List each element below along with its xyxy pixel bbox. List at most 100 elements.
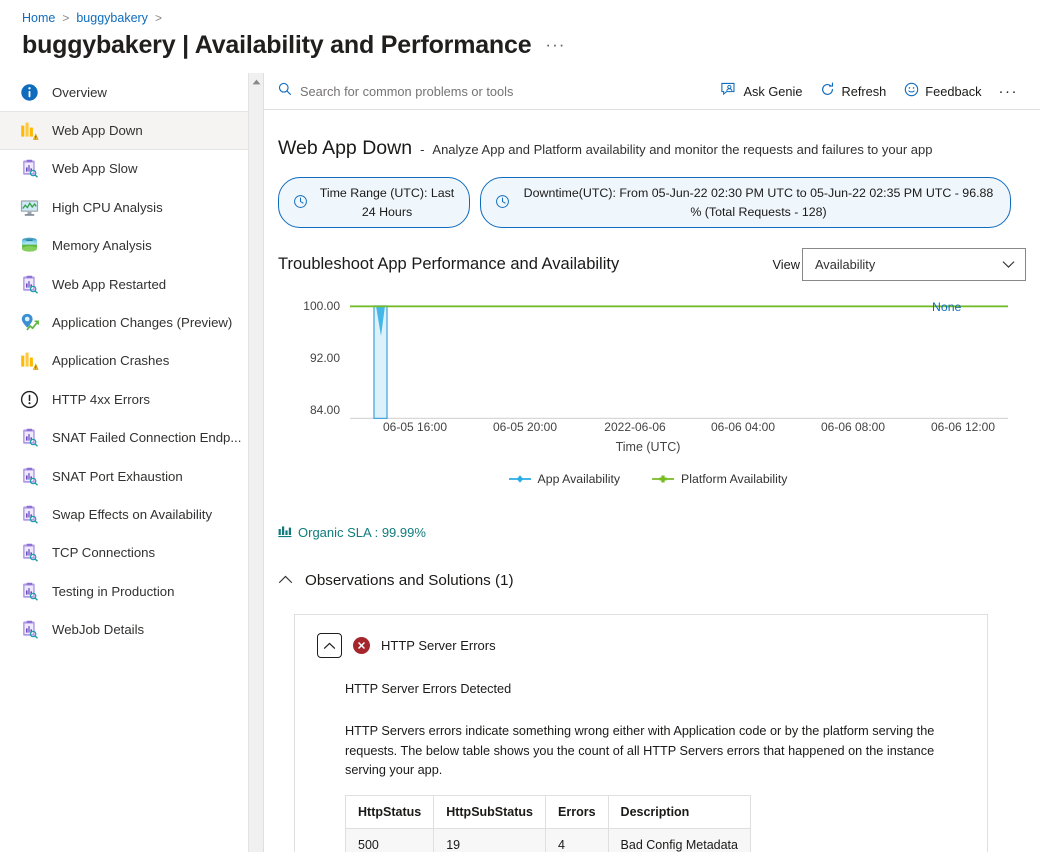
search-box[interactable] bbox=[278, 82, 712, 101]
sidebar-item-label: Swap Effects on Availability bbox=[52, 507, 212, 522]
smiley-icon bbox=[904, 82, 919, 100]
content-pane: Ask Genie Refresh bbox=[264, 73, 1040, 852]
breadcrumb-separator-icon: > bbox=[155, 11, 162, 25]
chart-x-tick-label: 06-06 04:00 bbox=[711, 420, 775, 434]
table-cell: 500 bbox=[346, 828, 434, 852]
sidebar-item-memory-analysis[interactable]: Memory Analysis bbox=[0, 227, 248, 265]
observation-heading: HTTP Server Errors Detected bbox=[345, 680, 967, 700]
chart-x-axis-title: Time (UTC) bbox=[278, 440, 1018, 454]
sidebar-item-web-app-down[interactable]: Web App Down bbox=[0, 111, 248, 149]
clipboard-chart-icon bbox=[20, 275, 39, 294]
chart-x-tick-label: 06-06 12:00 bbox=[931, 420, 995, 434]
breadcrumb-home[interactable]: Home bbox=[22, 11, 55, 25]
http-errors-table: HttpStatusHttpSubStatusErrorsDescription… bbox=[345, 795, 751, 852]
clipboard-chart-icon bbox=[20, 159, 39, 178]
bar-chart-warning-icon bbox=[20, 121, 39, 140]
observation-card-header: HTTP Server Errors bbox=[315, 633, 967, 658]
legend-marker-plus-icon bbox=[652, 474, 674, 484]
detector-subtitle: Analyze App and Platform availability an… bbox=[432, 142, 932, 157]
organic-sla-label: Organic SLA : 99.99% bbox=[298, 525, 426, 540]
table-column-header: HttpStatus bbox=[346, 795, 434, 828]
detector-header: Web App Down - Analyze App and Platform … bbox=[264, 110, 1040, 160]
sidebar-item-tcp-connections[interactable]: TCP Connections bbox=[0, 534, 248, 572]
sidebar-item-label: Application Crashes bbox=[52, 353, 169, 368]
feedback-button[interactable]: Feedback bbox=[895, 76, 990, 106]
search-input[interactable] bbox=[300, 84, 630, 99]
sidebar-item-snat-failed-connection-endp[interactable]: SNAT Failed Connection Endp... bbox=[0, 419, 248, 457]
downtime-pill[interactable]: Downtime(UTC): From 05-Jun-22 02:30 PM U… bbox=[480, 177, 1011, 228]
availability-chart: 100.0092.0084.00 bbox=[278, 296, 1018, 496]
sidebar-item-web-app-slow[interactable]: Web App Slow bbox=[0, 150, 248, 188]
sidebar-item-web-app-restarted[interactable]: Web App Restarted bbox=[0, 265, 248, 303]
detector-body: Web App Down - Analyze App and Platform … bbox=[264, 110, 1040, 852]
troubleshoot-row: Troubleshoot App Performance and Availab… bbox=[264, 228, 1040, 281]
table-row: 500194Bad Config Metadata bbox=[346, 828, 751, 852]
sidebar-item-high-cpu-analysis[interactable]: High CPU Analysis bbox=[0, 188, 248, 226]
view-dropdown-value: Availability bbox=[815, 257, 1002, 272]
refresh-label: Refresh bbox=[841, 84, 886, 99]
legend-marker-diamond-icon bbox=[509, 474, 531, 484]
search-icon bbox=[278, 82, 292, 101]
chevron-up-icon bbox=[278, 571, 293, 589]
table-column-header: Errors bbox=[546, 795, 609, 828]
chart-y-tick-label: 84.00 bbox=[278, 403, 340, 417]
bar-chart-warning-icon bbox=[20, 351, 39, 370]
chart-legend: App Availability Platform Availability bbox=[278, 472, 1018, 486]
page-title: buggybakery | Availability and Performan… bbox=[22, 31, 531, 60]
legend-item-platform-availability[interactable]: Platform Availability bbox=[652, 472, 787, 486]
feedback-label: Feedback bbox=[925, 84, 981, 99]
command-bar: Ask Genie Refresh bbox=[264, 73, 1040, 110]
refresh-button[interactable]: Refresh bbox=[811, 76, 895, 106]
legend-label-platform-availability: Platform Availability bbox=[681, 472, 787, 486]
sidebar-item-label: Web App Slow bbox=[52, 161, 138, 176]
bar-chart-icon bbox=[278, 524, 292, 541]
scroll-up-arrow-icon[interactable] bbox=[249, 73, 264, 90]
command-bar-more-button[interactable]: ··· bbox=[991, 76, 1027, 106]
sidebar-nav[interactable]: Overview Web App Down Web App Slow bbox=[0, 73, 248, 852]
sidebar-item-label: High CPU Analysis bbox=[52, 200, 163, 215]
sidebar-item-http-4xx-errors[interactable]: HTTP 4xx Errors bbox=[0, 380, 248, 418]
time-range-pill[interactable]: Time Range (UTC): Last 24 Hours bbox=[278, 177, 470, 228]
sidebar-item-testing-in-production[interactable]: Testing in Production bbox=[0, 572, 248, 610]
sidebar-item-application-changes-preview[interactable]: Application Changes (Preview) bbox=[0, 303, 248, 341]
sidebar-item-label: Web App Restarted bbox=[52, 277, 166, 292]
sidebar-item-application-crashes[interactable]: Application Crashes bbox=[0, 342, 248, 380]
ask-genie-button[interactable]: Ask Genie bbox=[712, 76, 811, 106]
downtime-pill-label: Downtime(UTC): From 05-Jun-22 02:30 PM U… bbox=[521, 184, 996, 221]
troubleshoot-title: Troubleshoot App Performance and Availab… bbox=[278, 255, 772, 274]
chart-x-tick-label: 06-06 08:00 bbox=[821, 420, 885, 434]
observations-title: Observations and Solutions (1) bbox=[305, 572, 514, 589]
view-dropdown[interactable]: Availability bbox=[802, 248, 1026, 281]
time-range-pill-label: Time Range (UTC): Last 24 Hours bbox=[319, 184, 455, 221]
legend-item-app-availability[interactable]: App Availability bbox=[509, 472, 621, 486]
organic-sla-row[interactable]: Organic SLA : 99.99% bbox=[264, 496, 1040, 541]
chart-x-tick-label: 06-05 20:00 bbox=[493, 420, 557, 434]
sidebar-item-label: HTTP 4xx Errors bbox=[52, 392, 150, 407]
clipboard-chart-icon bbox=[20, 428, 39, 447]
table-header-row: HttpStatusHttpSubStatusErrorsDescription bbox=[346, 795, 751, 828]
breadcrumb: Home > buggybakery > bbox=[0, 0, 1040, 26]
sidebar-item-swap-effects-on-availability[interactable]: Swap Effects on Availability bbox=[0, 495, 248, 533]
sidebar-item-snat-port-exhaustion[interactable]: SNAT Port Exhaustion bbox=[0, 457, 248, 495]
sidebar-item-label: SNAT Failed Connection Endp... bbox=[52, 430, 241, 445]
clipboard-chart-icon bbox=[20, 467, 39, 486]
sidebar-item-label: TCP Connections bbox=[52, 545, 155, 560]
clock-icon bbox=[495, 194, 511, 212]
observations-header[interactable]: Observations and Solutions (1) bbox=[264, 541, 1040, 589]
clock-icon bbox=[293, 194, 309, 212]
observation-collapse-button[interactable] bbox=[317, 633, 342, 658]
page-more-menu-button[interactable]: ··· bbox=[545, 35, 565, 55]
sidebar-item-webjob-details[interactable]: WebJob Details bbox=[0, 610, 248, 648]
error-circle-icon bbox=[353, 637, 370, 654]
sidebar-item-overview[interactable]: Overview bbox=[0, 73, 248, 111]
exclamation-circle-icon bbox=[20, 390, 39, 409]
clipboard-chart-icon bbox=[20, 582, 39, 601]
chart-plot-area bbox=[350, 304, 1008, 419]
sidebar-scrollbar[interactable] bbox=[248, 73, 263, 852]
sidebar-item-label: Application Changes (Preview) bbox=[52, 315, 232, 330]
detector-title: Web App Down bbox=[278, 137, 412, 160]
info-icon bbox=[20, 83, 39, 102]
breadcrumb-resource[interactable]: buggybakery bbox=[76, 11, 148, 25]
table-column-header: Description bbox=[608, 795, 750, 828]
chart-y-tick-label: 100.00 bbox=[278, 299, 340, 313]
